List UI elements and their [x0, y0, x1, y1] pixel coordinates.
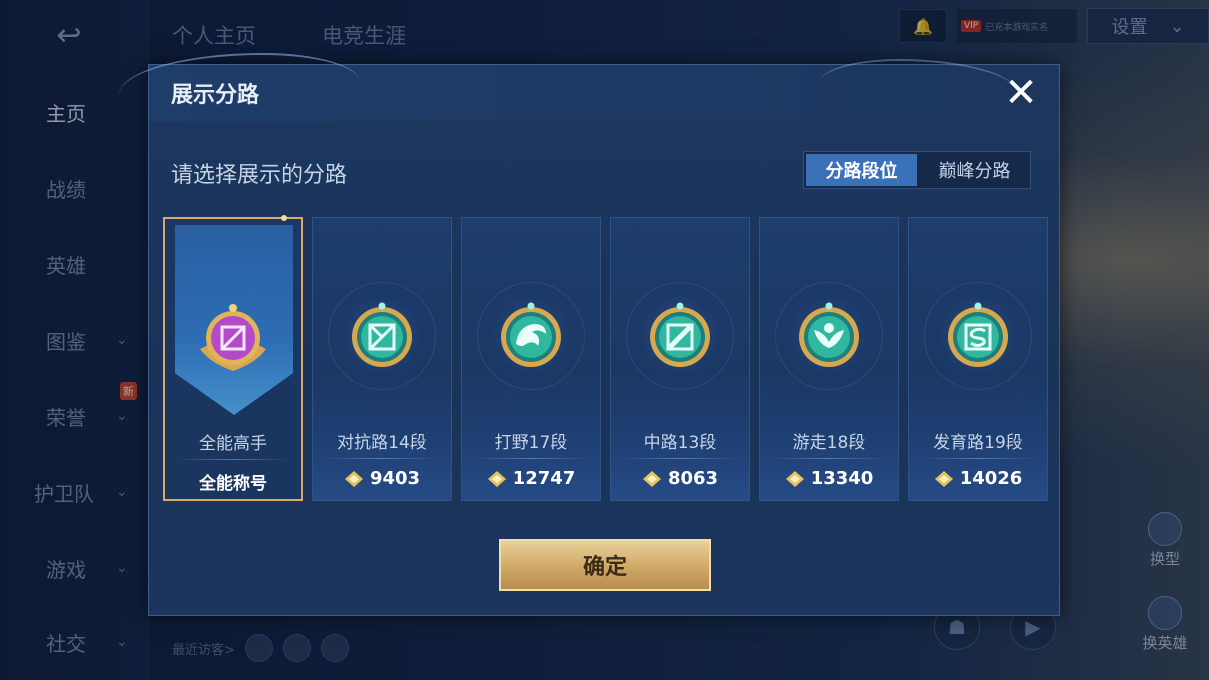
rank-points-icon [487, 470, 506, 487]
display-lane-dialog: 展示分路 ✕ 请选择展示的分路 分路段位 巅峰分路 全能高手 全能称号 对抗路1… [119, 53, 1060, 616]
card-divider [175, 459, 291, 460]
lane-name: 发育路19段 [933, 433, 1023, 453]
all-round-title-tag: 全能称号 [199, 474, 267, 494]
lane-card-clash[interactable]: 对抗路14段 9403 [312, 217, 452, 501]
lane-name: 游走18段 [792, 433, 866, 453]
clash-lane-emblem-icon [352, 302, 412, 367]
lane-score: 14026 [909, 468, 1047, 489]
lane-card-farm[interactable]: 发育路19段 14026 [908, 217, 1048, 501]
card-divider [472, 458, 590, 459]
lane-name: 对抗路14段 [337, 433, 427, 453]
lane-score-value: 9403 [369, 468, 421, 489]
lane-score-value: 8063 [667, 468, 719, 489]
lane-card-all-round[interactable]: 全能高手 全能称号 [163, 215, 303, 501]
dialog-prompt: 请选择展示的分路 [171, 163, 348, 188]
lane-mode-toggle: 分路段位 巅峰分路 [803, 151, 1031, 189]
lane-score-value: 13340 [810, 468, 874, 489]
lane-card-jungle[interactable]: 打野17段 12747 [461, 217, 601, 501]
rank-points-icon [344, 470, 363, 487]
rank-points-icon [785, 470, 804, 487]
lane-name: 全能高手 [199, 434, 267, 454]
rank-points-icon [642, 470, 661, 487]
close-icon[interactable]: ✕ [1001, 73, 1041, 113]
lane-score: 8063 [611, 468, 749, 489]
confirm-button[interactable]: 确定 [499, 539, 711, 591]
rank-points-icon [934, 470, 953, 487]
card-divider [323, 458, 441, 459]
lane-card-roam[interactable]: 游走18段 13340 [759, 217, 899, 501]
card-divider [621, 458, 739, 459]
toggle-peak-lane[interactable]: 巅峰分路 [919, 152, 1030, 188]
farm-lane-emblem-icon [948, 302, 1008, 367]
dialog-header: 展示分路 ✕ [119, 53, 1059, 121]
card-divider [770, 458, 888, 459]
mid-lane-emblem-icon [650, 302, 710, 367]
all-round-emblem-icon [200, 304, 266, 371]
dialog-title: 展示分路 [171, 83, 260, 108]
lane-score-value: 12747 [512, 468, 576, 489]
lane-card-mid[interactable]: 中路13段 8063 [610, 217, 750, 501]
lane-name: 打野17段 [494, 433, 568, 453]
lane-score-value: 14026 [959, 468, 1023, 489]
lane-name: 中路13段 [643, 433, 717, 453]
lane-score: 13340 [760, 468, 898, 489]
corner-spark [281, 215, 287, 221]
roam-wings-emblem-icon [799, 302, 859, 367]
cloud-ornament [819, 59, 1019, 119]
card-divider [919, 458, 1037, 459]
jungle-dragon-emblem-icon [501, 302, 561, 367]
lane-score: 12747 [462, 468, 600, 489]
lane-score: 9403 [313, 468, 451, 489]
toggle-lane-rank[interactable]: 分路段位 [806, 154, 917, 186]
